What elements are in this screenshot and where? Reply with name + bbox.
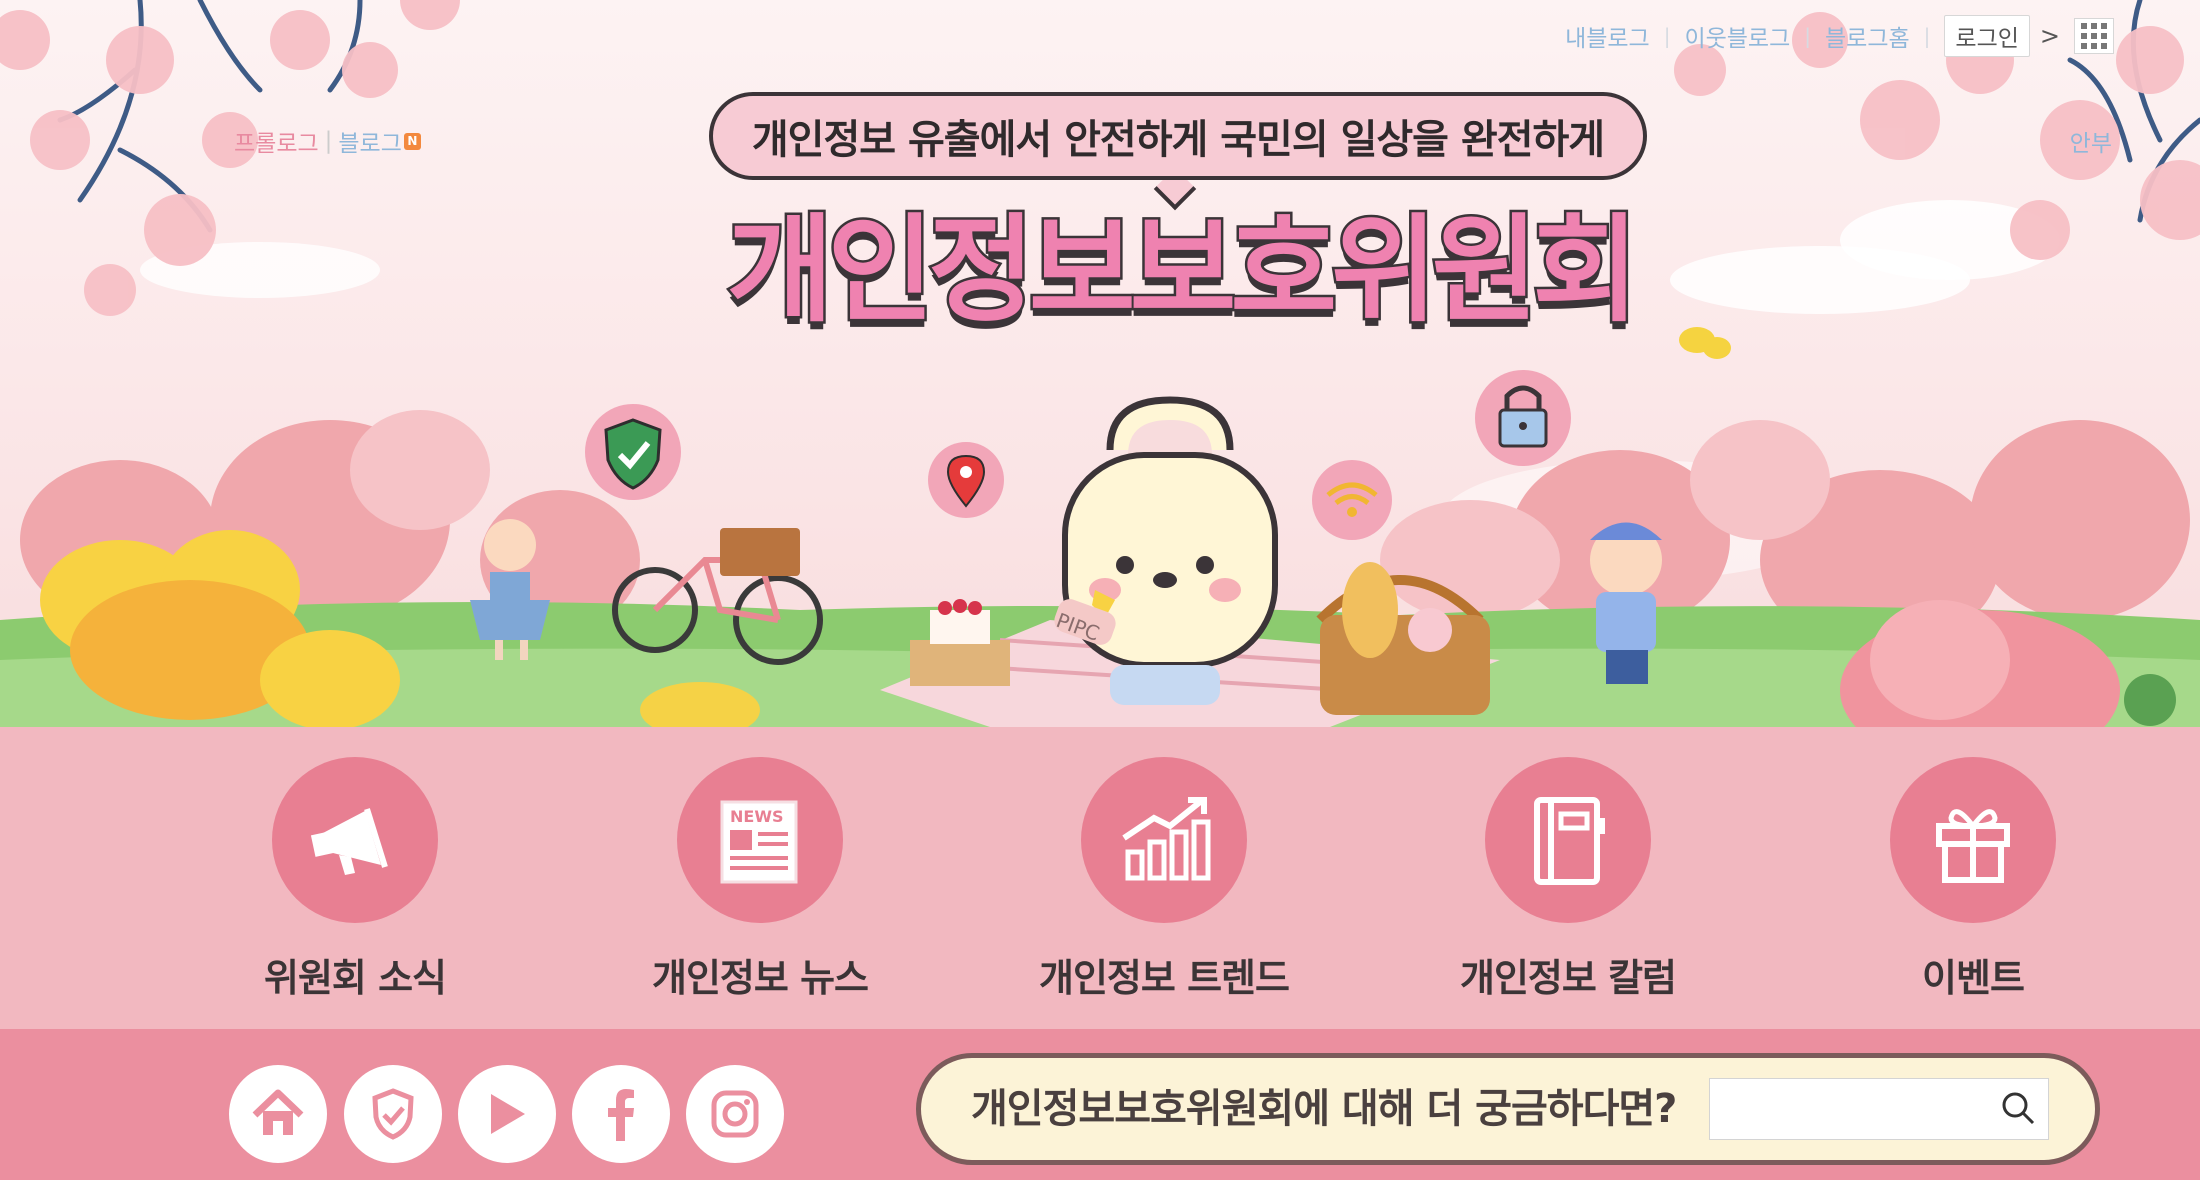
home-icon — [252, 1089, 304, 1135]
menu-item-privacy-news[interactable]: NEWS 개인정보 뉴스 — [610, 757, 910, 1017]
facebook-button[interactable] — [572, 1065, 670, 1163]
apps-grid-icon[interactable] — [2074, 18, 2114, 54]
news-icon-text: NEWS — [730, 807, 784, 826]
search-box: 개인정보보호위원회에 대해 더 궁금하다면? — [916, 1053, 2100, 1165]
menu-label: 개인정보 뉴스 — [652, 956, 869, 1000]
search-prompt: 개인정보보호위원회에 대해 더 궁금하다면? — [971, 1086, 1677, 1132]
padlock-bubble — [1475, 370, 1571, 466]
blog-home-link[interactable]: 블로그홈 — [1825, 19, 1910, 53]
slogan-text: 개인정보 유출에서 안전하게 국민의 일상을 완전하게 — [751, 117, 1605, 163]
login-button[interactable]: 로그인 — [1944, 15, 2030, 57]
search-button[interactable] — [1997, 1088, 2039, 1130]
menu-item-event[interactable]: 이벤트 — [1823, 757, 2123, 1017]
menu-icon-circle — [272, 757, 438, 923]
facebook-icon — [608, 1089, 634, 1141]
menu-label: 개인정보 칼럼 — [1460, 956, 1677, 1000]
menu-icon-circle — [1890, 757, 2056, 923]
menu-icon-circle: NEWS — [677, 757, 843, 923]
search-icon — [2002, 1092, 2035, 1124]
menu-icon-circle — [1081, 757, 1247, 923]
blog-tab[interactable]: 블로그 — [338, 124, 401, 158]
shield-bubble — [585, 404, 681, 500]
megaphone-icon — [310, 808, 388, 875]
my-blog-link[interactable]: 내블로그 — [1565, 19, 1650, 53]
footer-bar: 개인정보보호위원회에 대해 더 궁금하다면? — [0, 1029, 2200, 1180]
menu-icon-circle — [1485, 757, 1651, 923]
youtube-button[interactable] — [458, 1065, 556, 1163]
nav-divider: | — [1663, 24, 1671, 48]
youtube-play-icon — [491, 1094, 525, 1134]
location-pin-bubble — [928, 442, 1004, 518]
new-badge: N — [403, 132, 421, 150]
trend-chart-icon — [1122, 797, 1211, 881]
menu-item-committee-news[interactable]: 위원회 소식 — [205, 757, 505, 1017]
shield-button[interactable] — [344, 1065, 442, 1163]
menu-label: 이벤트 — [1922, 956, 2025, 1000]
top-nav: 내블로그 | 이웃블로그 | 블로그홈 | 로그인 > — [1565, 15, 2114, 57]
butterfly — [1679, 327, 1731, 359]
menu-item-privacy-column[interactable]: 개인정보 칼럼 — [1418, 757, 1718, 1017]
category-menu: 위원회 소식 NEWS 개인정보 뉴스 개인정보 트렌드 개인정보 칼럼 이벤트 — [0, 727, 2200, 1029]
slogan-bubble: 개인정보 유출에서 안전하게 국민의 일상을 완전하게 — [709, 92, 1647, 180]
newspaper-icon: NEWS — [720, 800, 798, 884]
nav-divider: | — [1804, 24, 1812, 48]
page-title: 개인정보보호위원회 — [724, 201, 1641, 341]
gift-icon — [1936, 809, 2010, 883]
shield-check-icon — [372, 1088, 414, 1140]
blog-tabs: 프롤로그 | 블로그 N — [234, 124, 421, 158]
menu-item-privacy-trend[interactable]: 개인정보 트렌드 — [1014, 757, 1314, 1017]
notebook-icon — [1534, 797, 1605, 885]
neighbor-blog-link[interactable]: 이웃블로그 — [1684, 19, 1790, 53]
instagram-button[interactable] — [686, 1065, 784, 1163]
instagram-icon — [711, 1090, 759, 1138]
guestbook-link[interactable]: 안부 — [2070, 124, 2112, 158]
nav-divider: | — [324, 128, 333, 154]
menu-label: 개인정보 트렌드 — [1039, 956, 1290, 1000]
prologue-tab[interactable]: 프롤로그 — [234, 124, 319, 158]
home-button[interactable] — [229, 1065, 327, 1163]
wifi-bubble — [1312, 460, 1392, 540]
hero-banner: PIPC 내블로그 | 이웃블로그 | 블로그홈 | 로그인 > 프롤로그 | … — [0, 0, 2200, 727]
arrow-right-icon: > — [2039, 22, 2060, 50]
nav-divider: | — [1923, 24, 1931, 48]
menu-label: 위원회 소식 — [263, 956, 447, 1000]
